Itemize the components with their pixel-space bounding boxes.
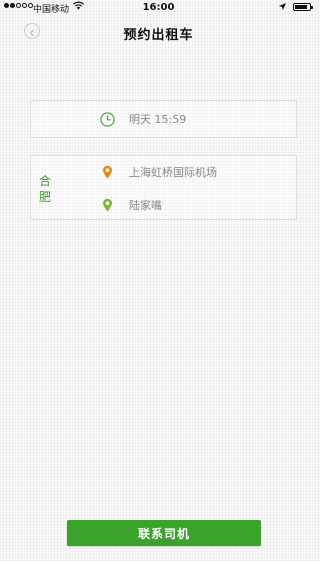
origin-pin-icon (99, 164, 115, 180)
city-label: 合肥 (38, 174, 51, 204)
status-bar: 中国移动 16:00 (0, 0, 317, 16)
route-card: 合肥 上海虹桥国际机场 陆家嘴 (30, 155, 297, 220)
battery-icon (293, 3, 313, 11)
time-card[interactable]: 明天 15:59 (30, 100, 297, 138)
status-time: 16:00 (142, 2, 175, 13)
location-arrow-icon (279, 3, 286, 13)
destination-pin-icon (99, 197, 115, 213)
contact-driver-button[interactable]: 联系司机 (67, 520, 261, 546)
origin-row[interactable]: 上海虹桥国际机场 (99, 164, 217, 180)
nav-bar: 预约出租车 (0, 16, 317, 48)
page-title: 预约出租车 (123, 28, 194, 43)
destination-address: 陆家嘴 (129, 199, 162, 212)
origin-address: 上海虹桥国际机场 (129, 166, 217, 179)
clock-icon (99, 111, 115, 127)
destination-row[interactable]: 陆家嘴 (99, 197, 162, 213)
pickup-time: 明天 15:59 (129, 113, 187, 126)
pickup-time-row[interactable]: 明天 15:59 (99, 111, 186, 127)
